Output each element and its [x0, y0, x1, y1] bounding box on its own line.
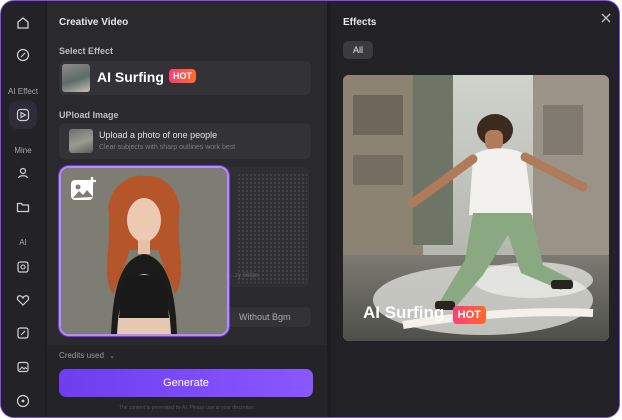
compass-icon[interactable]: [9, 41, 37, 69]
generate-button[interactable]: Generate: [59, 369, 313, 397]
effects-panel: Effects All AI Surfing HOT: [331, 1, 619, 417]
chevron-down-icon: ⌄: [109, 353, 116, 360]
generate-footer: Credits used ⌄ Generate The content is g…: [47, 345, 327, 417]
effect-name: AI Surfing: [97, 69, 164, 85]
user-icon[interactable]: [9, 159, 37, 187]
picture-icon[interactable]: [9, 353, 37, 381]
hot-badge: HOT: [169, 69, 196, 83]
preview-title: AI Surfing: [363, 303, 445, 322]
upload-tip-card: Upload a photo of one people Clear subje…: [59, 123, 311, 159]
sidebar: AI Effect Mine AI: [1, 1, 45, 417]
preview-hot-badge: HOT: [452, 306, 486, 324]
sidebar-section-mine: Mine: [14, 146, 32, 155]
filter-all-button[interactable]: All: [343, 41, 373, 59]
select-effect-label: Select Effect: [59, 46, 114, 56]
add-photo-icon[interactable]: [69, 176, 99, 206]
close-icon[interactable]: [599, 11, 613, 25]
ai-effect-icon[interactable]: [9, 101, 37, 129]
folder-icon[interactable]: [9, 193, 37, 221]
home-icon[interactable]: [9, 9, 37, 37]
app-window: AI Effect Mine AI Creative Video Select …: [0, 0, 620, 418]
surfing-preview-image: [343, 75, 609, 341]
heart-icon[interactable]: [9, 286, 37, 314]
upload-image-label: UPload Image: [59, 110, 119, 120]
credits-used[interactable]: Credits used ⌄: [59, 351, 115, 360]
effect-preview[interactable]: AI Surfing HOT: [343, 75, 609, 341]
preview-caption: AI Surfing HOT: [363, 303, 486, 324]
effect-thumbnail: [62, 64, 90, 92]
sidebar-section-ai: AI: [19, 238, 27, 247]
music-icon[interactable]: [9, 387, 37, 415]
ai-disclaimer: The content is generated by AI. Please u…: [118, 405, 256, 411]
video-ai-icon[interactable]: [9, 253, 37, 281]
panel-title: Creative Video: [59, 17, 129, 28]
upload-tip-title: Upload a photo of one people: [99, 130, 218, 140]
upload-tip-thumbnail: [69, 129, 93, 153]
uploaded-photo-preview[interactable]: [59, 166, 229, 336]
image-edit-icon[interactable]: [9, 319, 37, 347]
selected-effect-card[interactable]: AI Surfing HOT: [59, 61, 311, 95]
effects-title: Effects: [343, 17, 377, 28]
upload-tip-subtitle: Clear subjects with sharp outlines work …: [99, 144, 236, 151]
dropzone-pattern: [237, 173, 307, 283]
resolution-hint: …zy 360px: [229, 273, 260, 279]
bgm-label: Without Bgm: [239, 312, 291, 322]
credits-label: Credits used: [59, 351, 104, 360]
sidebar-section-ai-effect: AI Effect: [7, 87, 39, 96]
